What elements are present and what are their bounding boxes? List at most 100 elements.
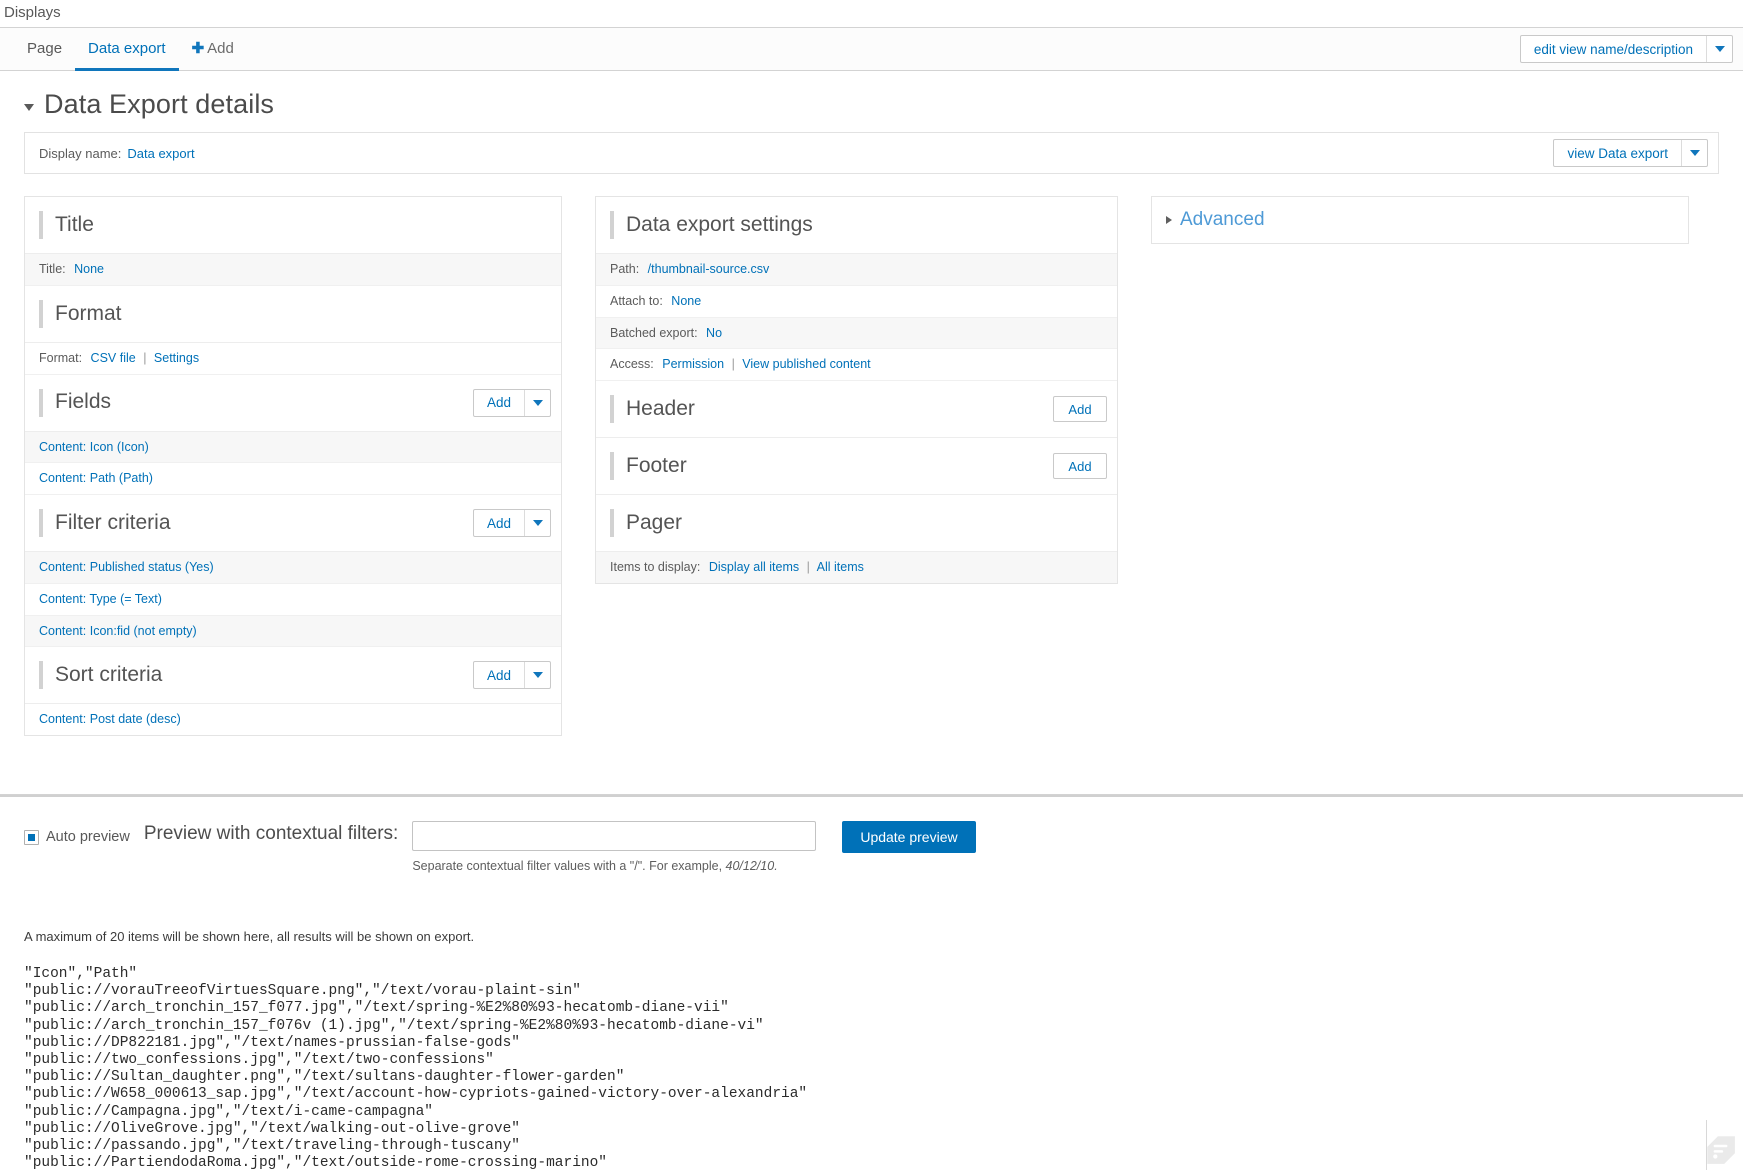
- bucket-filter-criteria-actions: Add: [472, 509, 551, 537]
- view-data-export-dropdown-toggle[interactable]: [1681, 140, 1707, 166]
- row-format-settings[interactable]: Settings: [154, 351, 199, 365]
- display-name-value[interactable]: Data export: [127, 146, 194, 161]
- edit-view-name-dropdown-toggle[interactable]: [1706, 36, 1732, 62]
- field-item-icon[interactable]: Content: Icon (Icon): [39, 440, 149, 454]
- list-item[interactable]: Content: Published status (Yes): [25, 552, 561, 584]
- footer-add-button[interactable]: Add: [1053, 453, 1107, 479]
- list-item[interactable]: Content: Icon (Icon): [25, 431, 561, 464]
- chevron-down-icon: [532, 399, 543, 406]
- auto-preview-label[interactable]: Auto preview: [46, 829, 130, 845]
- auto-preview-checkbox[interactable]: [24, 829, 39, 845]
- bucket-sort-criteria-heading: Sort criteria: [55, 663, 163, 687]
- tab-page-label: Page: [27, 39, 63, 57]
- list-item[interactable]: Content: Path (Path): [25, 463, 561, 495]
- display-name-actions: view Data export: [1553, 139, 1708, 167]
- display-name-bar: Display name: Data export view Data expo…: [24, 132, 1719, 174]
- edit-view-name-button[interactable]: edit view name/description: [1521, 36, 1706, 62]
- fields-add-button[interactable]: Add: [474, 390, 524, 416]
- tab-page[interactable]: Page: [14, 28, 75, 71]
- preview-form: Auto preview Preview with contextual fil…: [24, 797, 1719, 873]
- preview-csv-output: "Icon","Path" "public://vorauTreeofVirtu…: [24, 966, 808, 1172]
- bucket-data-export-settings-heading: Data export settings: [626, 212, 813, 236]
- bucket-footer-actions: Add: [1053, 453, 1107, 479]
- tabbar-actions: edit view name/description: [1519, 28, 1743, 70]
- filter-add-dropdown-toggle[interactable]: [524, 510, 550, 536]
- list-item[interactable]: Content: Type (= Text): [25, 584, 561, 616]
- filter-item-icon-fid[interactable]: Content: Icon:fid (not empty): [39, 624, 197, 638]
- bucket-fields-heading: Fields: [55, 390, 112, 414]
- bucket-fields-header: Fields Add: [25, 375, 561, 432]
- row-pager-type[interactable]: Display all items: [709, 560, 799, 574]
- preview-help-text: Separate contextual filter values with a…: [412, 859, 816, 873]
- row-access-permission[interactable]: View published content: [742, 357, 870, 371]
- row-pager-items[interactable]: All items: [817, 560, 864, 574]
- row-access-type[interactable]: Permission: [662, 357, 724, 371]
- header-add-button[interactable]: Add: [1053, 396, 1107, 422]
- tab-add-display[interactable]: ✚ Add: [179, 28, 247, 71]
- bucket-pager-header: Pager: [596, 495, 1117, 552]
- row-title-label: Title:: [39, 262, 66, 276]
- update-preview-button[interactable]: Update preview: [842, 821, 976, 853]
- bucket-title-header: Title: [25, 197, 561, 254]
- breadcrumb: Displays: [4, 4, 61, 21]
- row-separator: |: [143, 350, 147, 365]
- accent-bar: [610, 211, 614, 239]
- row-title-value[interactable]: None: [74, 262, 104, 276]
- row-format-style[interactable]: CSV file: [91, 351, 136, 365]
- tab-data-export-label: Data export: [88, 39, 166, 57]
- panel-first-column: Title Title: None Format Format: CSV fil…: [24, 196, 562, 736]
- auto-preview-control[interactable]: Auto preview: [24, 821, 130, 845]
- filter-item-type[interactable]: Content: Type (= Text): [39, 592, 162, 606]
- plus-icon: ✚: [191, 39, 205, 57]
- preview-help-prefix: Separate contextual filter values with a…: [412, 859, 726, 873]
- sort-item-post-date[interactable]: Content: Post date (desc): [39, 712, 181, 726]
- bucket-filter-criteria-heading: Filter criteria: [55, 510, 171, 534]
- filter-add-button[interactable]: Add: [474, 510, 524, 536]
- view-data-export-dropbutton[interactable]: view Data export: [1553, 139, 1708, 167]
- panel-second-column: Data export settings Path: /thumbnail-so…: [595, 196, 1118, 584]
- row-separator: |: [806, 560, 810, 574]
- page-title: Data Export details: [44, 89, 275, 119]
- bucket-format-header: Format: [25, 286, 561, 343]
- list-item[interactable]: Content: Icon:fid (not empty): [25, 615, 561, 648]
- contextual-filter-input[interactable]: [412, 821, 817, 851]
- row-batched-export-value[interactable]: No: [706, 326, 722, 340]
- list-item[interactable]: Content: Post date (desc): [25, 704, 561, 735]
- column-second: Data export settings Path: /thumbnail-so…: [595, 196, 1118, 584]
- row-items-to-display-label: Items to display:: [610, 560, 701, 574]
- display-settings-columns: Title Title: None Format Format: CSV fil…: [0, 174, 1743, 736]
- triangle-down-icon: [24, 103, 34, 111]
- sort-add-dropbutton[interactable]: Add: [472, 661, 551, 690]
- row-separator: |: [731, 357, 735, 372]
- row-attach-to-value[interactable]: None: [671, 294, 701, 308]
- bucket-pager-heading: Pager: [626, 510, 683, 534]
- view-data-export-button[interactable]: view Data export: [1554, 140, 1681, 166]
- chevron-down-icon: [1714, 46, 1725, 52]
- advanced-details-summary[interactable]: Advanced: [1151, 196, 1689, 244]
- field-item-path[interactable]: Content: Path (Path): [39, 471, 153, 485]
- bucket-format-heading: Format: [55, 301, 122, 325]
- sort-add-button[interactable]: Add: [474, 662, 524, 688]
- column-first: Title Title: None Format Format: CSV fil…: [24, 196, 562, 736]
- edit-view-name-dropbutton[interactable]: edit view name/description: [1519, 35, 1733, 63]
- bucket-header-actions: Add: [1053, 396, 1107, 422]
- filter-add-dropbutton[interactable]: Add: [472, 509, 551, 537]
- chevron-down-icon: [532, 520, 543, 526]
- accent-bar: [39, 661, 43, 690]
- display-tabs: Page Data export ✚ Add: [0, 28, 247, 71]
- sort-add-dropdown-toggle[interactable]: [524, 662, 550, 689]
- advanced-label: Advanced: [1180, 209, 1265, 230]
- fields-add-dropbutton[interactable]: Add: [472, 388, 551, 417]
- row-path-value[interactable]: /thumbnail-source.csv: [648, 262, 770, 276]
- data-export-details-summary[interactable]: Data Export details: [0, 71, 1743, 132]
- row-attach-to: Attach to: None: [596, 286, 1117, 318]
- row-batched-export-label: Batched export:: [610, 325, 698, 340]
- fields-add-dropdown-toggle[interactable]: [524, 389, 550, 416]
- chevron-down-icon: [532, 672, 543, 679]
- accent-bar: [610, 452, 614, 480]
- row-attach-to-label: Attach to:: [610, 293, 663, 308]
- bucket-filter-criteria-header: Filter criteria Add: [25, 495, 561, 552]
- tab-data-export[interactable]: Data export: [75, 28, 179, 71]
- bucket-sort-criteria-actions: Add: [472, 661, 551, 690]
- filter-item-published-status[interactable]: Content: Published status (Yes): [39, 560, 214, 574]
